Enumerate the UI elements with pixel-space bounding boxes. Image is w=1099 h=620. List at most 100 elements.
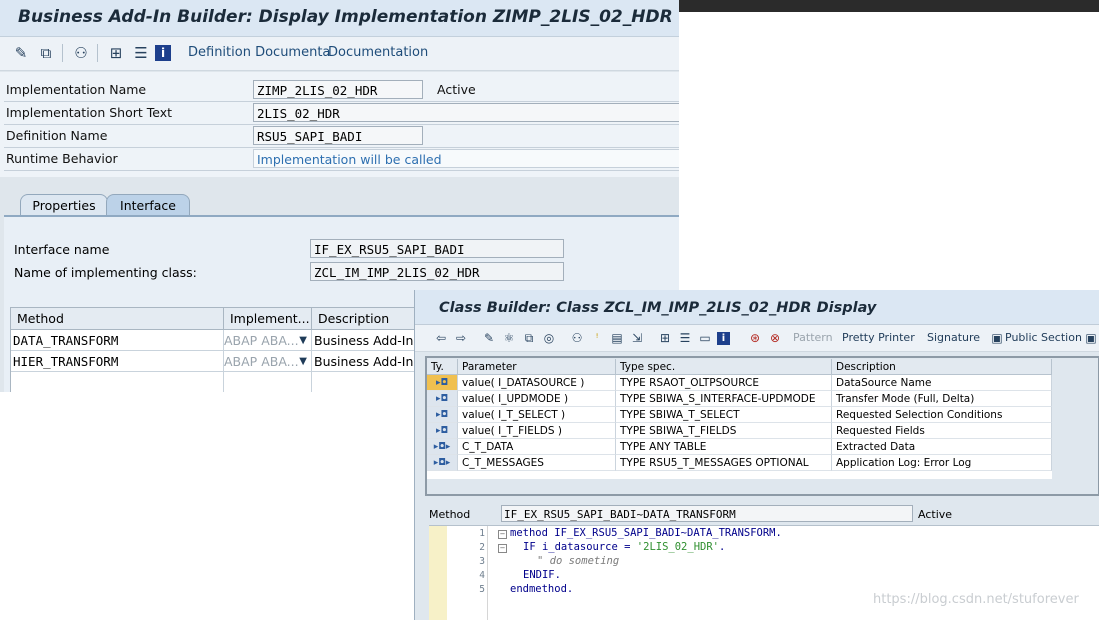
type-spec-cell[interactable]: TYPE SBIWA_T_SELECT [616,407,832,423]
definition-name-field[interactable]: RSU5_SAPI_BADI [253,126,423,145]
application-toolbar: ⇦ ⇨ ✎ ⚛ ⧉ ◎ ⚇ ꜝ ▤ ⇲ ⊞ ☰ ▭ i ⊛ ⊗ Pattern … [415,325,1099,352]
description-cell[interactable]: Transfer Mode (Full, Delta) [832,391,1052,407]
public-section-button[interactable]: Public Section [1005,331,1082,344]
hierarchy-icon[interactable]: ⚇ [71,43,91,63]
method-field[interactable]: IF_EX_RSU5_SAPI_BADI~DATA_TRANSFORM [501,505,913,522]
dropdown-arrow-icon[interactable]: ▼ [299,351,307,371]
empty-cell [11,372,224,392]
importing-param-icon[interactable]: ▸◘ [427,391,458,407]
changing-param-icon[interactable]: ▸◘▸ [427,439,458,455]
col-header-parameter[interactable]: Parameter [458,359,616,375]
tab-strip: Properties Interface [0,190,679,217]
info-icon[interactable]: i [155,45,171,61]
back-arrow-icon[interactable]: ⇦ [433,329,449,347]
pretty-printer-button[interactable]: Pretty Printer [842,331,915,344]
activate-icon[interactable]: ꜝ [589,329,605,347]
type-spec-cell[interactable]: TYPE SBIWA_T_FIELDS [616,423,832,439]
signature-button[interactable]: Signature [927,331,980,344]
object-list-icon[interactable]: ⊞ [657,329,673,347]
changing-param-icon[interactable]: ▸◘▸ [427,455,458,471]
forward-arrow-icon[interactable]: ⇨ [453,329,469,347]
window-title-bar: Class Builder: Class ZCL_IM_IMP_2LIS_02_… [415,290,1099,325]
stack-icon[interactable]: ☰ [131,43,151,63]
type-spec-cell[interactable]: TYPE RSU5_T_MESSAGES OPTIONAL [616,455,832,471]
code-line: IF i_datasource = '2LIS_02_HDR'. [523,541,725,553]
toolbar-separator [62,44,63,62]
row-divider [4,124,679,125]
info-icon[interactable]: i [717,332,730,345]
fullscreen-icon[interactable]: ▭ [697,329,713,347]
display-change-icon[interactable]: ✎ [481,329,497,347]
description-cell[interactable]: Extracted Data [832,439,1052,455]
short-text-field[interactable]: 2LIS_02_HDR [253,103,679,122]
row-divider [4,170,679,171]
other-object-icon[interactable]: ⧉ [521,329,537,347]
method-status: Active [918,508,953,521]
line-number: 1 [479,528,485,539]
implementing-class-label: Name of implementing class: [14,265,197,280]
code-token: IF i_datasource = [523,541,637,553]
method-cell[interactable]: DATA_TRANSFORM [11,330,224,351]
description-cell[interactable]: Application Log: Error Log [832,455,1052,471]
method-cell[interactable]: HIER_TRANSFORM [11,351,224,372]
implementation-value: ABAP ABA... [224,333,299,348]
navigate-icon[interactable]: ⇲ [629,329,645,347]
code-line: endmethod. [510,583,574,595]
display-change-icon[interactable]: ✎ [11,43,31,63]
code-line: " do someting [537,555,619,567]
pattern-button[interactable]: Pattern [793,331,833,344]
tab-properties[interactable]: Properties [20,194,108,217]
parameter-cell[interactable]: C_T_MESSAGES [458,455,616,471]
documentation-button[interactable]: Documentation [328,45,428,60]
implementing-class-field[interactable]: ZCL_IM_IMP_2LIS_02_HDR [310,262,564,281]
parameter-cell[interactable]: C_T_DATA [458,439,616,455]
description-cell[interactable]: DataSource Name [832,375,1052,391]
fold-toggle-icon[interactable]: − [498,530,507,539]
impl-name-field[interactable]: ZIMP_2LIS_02_HDR [253,80,423,99]
col-header-method[interactable]: Method [11,308,224,330]
fold-toggle-icon[interactable]: − [498,544,507,553]
breakpoint-icon[interactable]: ⊛ [747,329,763,347]
empty-cell [224,372,312,392]
window-title: Class Builder: Class ZCL_IM_IMP_2LIS_02_… [439,300,877,316]
check-icon[interactable]: ◎ [541,329,557,347]
type-spec-cell[interactable]: TYPE ANY TABLE [616,439,832,455]
line-numbers: 1 2 3 4 5 [449,526,488,620]
runtime-behavior-label: Runtime Behavior [6,151,118,166]
col-header-type-spec[interactable]: Type spec. [616,359,832,375]
implementation-cell[interactable]: ABAP ABA... ▼ [224,330,312,351]
stack-icon[interactable]: ☰ [677,329,693,347]
line-number: 4 [479,570,485,581]
object-list-icon[interactable]: ⊞ [106,43,126,63]
interface-name-field[interactable]: IF_EX_RSU5_SAPI_BADI [310,239,564,258]
type-spec-cell[interactable]: TYPE RSAOT_OLTPSOURCE [616,375,832,391]
hierarchy-icon[interactable]: ⚇ [569,329,585,347]
parameter-cell[interactable]: value( I_DATASOURCE ) [458,375,616,391]
code-line: method IF_EX_RSU5_SAPI_BADI~DATA_TRANSFO… [510,527,782,539]
col-header-implementation[interactable]: Implement... [224,308,312,330]
importing-param-icon[interactable]: ▸◘ [427,407,458,423]
impl-name-label: Implementation Name [6,82,147,97]
type-spec-cell[interactable]: TYPE SBIWA_S_INTERFACE-UPDMODE [616,391,832,407]
code-line: ENDIF. [523,569,561,581]
definition-documentation-button[interactable]: Definition Documenta [188,45,330,60]
overflow-icon[interactable]: ▣ [1083,329,1099,347]
col-header-type[interactable]: Ty. [427,359,458,375]
importing-param-icon[interactable]: ▸◘ [427,423,458,439]
parameter-cell[interactable]: value( I_T_FIELDS ) [458,423,616,439]
active-inactive-icon[interactable]: ⚛ [501,329,517,347]
tab-interface[interactable]: Interface [106,194,190,217]
parameter-cell[interactable]: value( I_UPDMODE ) [458,391,616,407]
description-cell[interactable]: Requested Selection Conditions [832,407,1052,423]
public-section-icon[interactable]: ▣ [989,329,1005,347]
other-object-icon[interactable]: ⧉ [36,43,56,63]
dropdown-arrow-icon[interactable]: ▼ [299,330,307,350]
external-breakpoint-icon[interactable]: ⊗ [767,329,783,347]
toolbar-separator [97,44,98,62]
importing-param-icon[interactable]: ▸◘ [427,375,458,391]
parameter-cell[interactable]: value( I_T_SELECT ) [458,407,616,423]
where-used-icon[interactable]: ▤ [609,329,625,347]
description-cell[interactable]: Requested Fields [832,423,1052,439]
col-header-description[interactable]: Description [832,359,1052,375]
implementation-cell[interactable]: ABAP ABA... ▼ [224,351,312,372]
